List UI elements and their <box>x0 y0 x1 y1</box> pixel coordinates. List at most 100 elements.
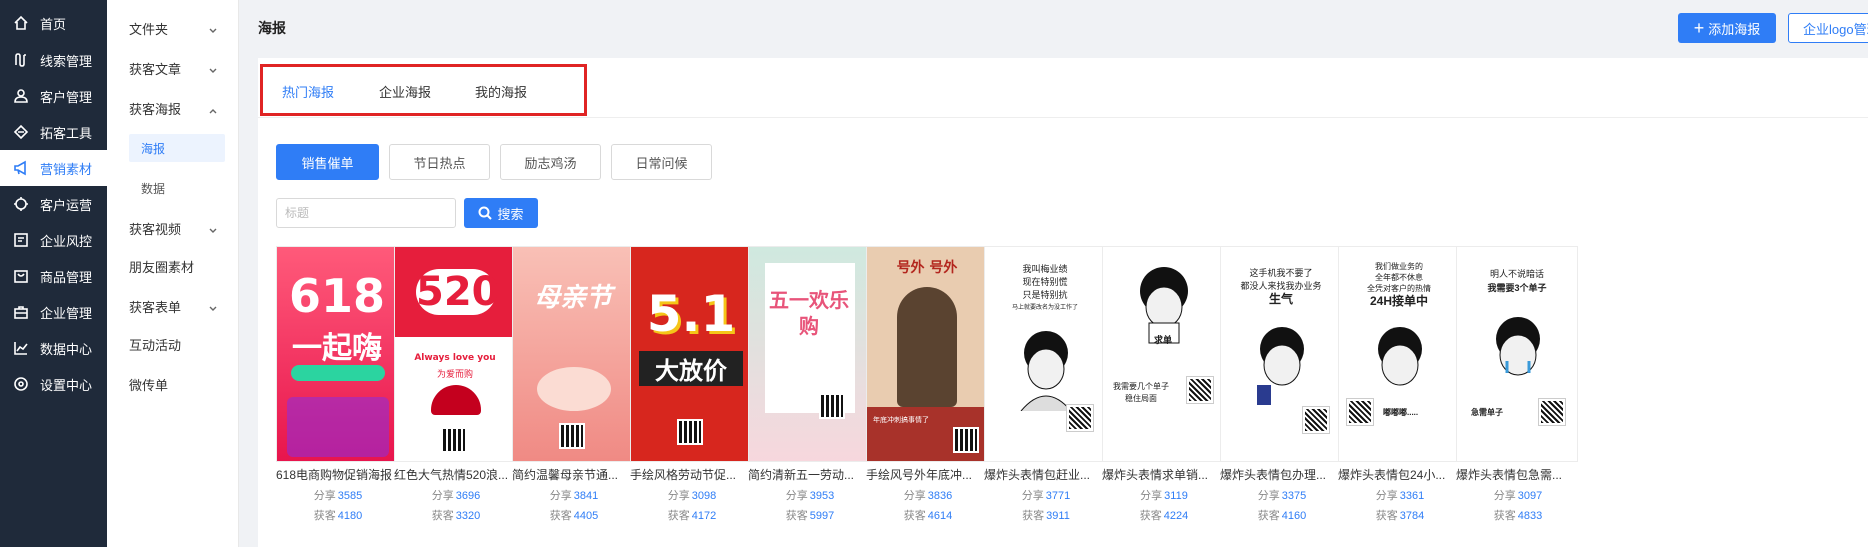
poster-card[interactable]: 五一欢乐购 简约清新五一劳动... 分享 3953 获客 5997 <box>748 246 872 523</box>
home-icon <box>12 14 30 32</box>
poster-card[interactable]: 520 Always love you 为爱而购 红色大气热情520浪... 分… <box>394 246 518 523</box>
tab-my-posters[interactable]: 我的海报 <box>475 82 527 101</box>
search-button[interactable]: 搜索 <box>464 198 538 228</box>
sidebar-item-tools[interactable]: 拓客工具 <box>0 114 107 150</box>
poster-title: 手绘风格劳动节促... <box>630 468 737 482</box>
megaphone-icon <box>12 159 30 177</box>
main-panel: 热门海报 企业海报 我的海报 销售催单 节日热点 励志鸡汤 日常问候 搜索 61… <box>258 58 1868 547</box>
sidebar-item-customers[interactable]: 客户管理 <box>0 78 107 114</box>
subnav-data[interactable]: 数据 <box>129 174 225 202</box>
subnav-form[interactable]: 获客表单 <box>107 288 239 324</box>
chevron-down-icon <box>209 63 217 73</box>
poster-title: 618电商购物促销海报 <box>276 468 393 482</box>
sidebar-item-marketing[interactable]: 营销素材 <box>0 150 107 186</box>
subnav-poster-group[interactable]: 获客海报 <box>107 90 239 126</box>
category-greetings[interactable]: 日常问候 <box>611 144 712 180</box>
poster-image[interactable]: 5.1 大放价 <box>630 246 752 462</box>
meme-face-illustration <box>1020 331 1072 411</box>
sidebar-item-products[interactable]: 商品管理 <box>0 258 107 294</box>
poster-figure <box>897 287 957 407</box>
tab-hot-posters[interactable]: 热门海报 <box>282 82 334 101</box>
poster-image[interactable]: 520 Always love you 为爱而购 <box>394 246 516 462</box>
qr-code <box>1186 376 1214 404</box>
poster-image[interactable]: 求单 我需要几个单子 稳住局面 <box>1102 246 1224 462</box>
add-poster-button[interactable]: + 添加海报 <box>1678 13 1776 43</box>
poster-share-count: 分享 3841 <box>549 490 599 502</box>
main-sidebar: 首页 线索管理 客户管理 拓客工具 营销素材 客户运营 企业风控 商品管理 企业… <box>0 0 107 547</box>
tool-icon <box>12 123 30 141</box>
sidebar-item-label: 数据中心 <box>40 341 93 357</box>
title-search-input[interactable] <box>276 198 456 228</box>
poster-card[interactable]: 5.1 大放价 手绘风格劳动节促... 分享 3098 获客 4172 <box>630 246 754 523</box>
sidebar-item-label: 设置中心 <box>40 377 93 393</box>
sidebar-item-label: 首页 <box>40 16 67 32</box>
clue-icon <box>12 51 30 69</box>
poster-card[interactable]: 明人不说暗话 我需要3个单子 急需单子 爆炸头表情包急需... 分享 3097 获客… <box>1456 246 1580 523</box>
poster-image[interactable]: 我们做业务的 全年都不休息 全凭对客户的热情 24H接单中 嘟嘟嘟..... <box>1338 246 1460 462</box>
tab-company-posters[interactable]: 企业海报 <box>379 82 431 101</box>
poster-image[interactable]: 明人不说暗话 我需要3个单子 急需单子 <box>1456 246 1578 462</box>
subnav-microflyer[interactable]: 微传单 <box>107 366 239 402</box>
subnav-poster[interactable]: 海报 <box>129 134 225 162</box>
poster-card[interactable]: 这手机我不要了 都没人来找我办业务 生气 爆炸头表情包办理... 分享 3375 获客… <box>1220 246 1344 523</box>
chevron-down-icon <box>209 301 217 311</box>
poster-gain-count: 获客 3911 <box>1022 510 1070 522</box>
category-inspiration[interactable]: 励志鸡汤 <box>500 144 601 180</box>
logo-manage-button[interactable]: 企业logo管理 <box>1788 13 1868 43</box>
subnav-interactive[interactable]: 互动活动 <box>107 326 239 362</box>
chevron-down-icon <box>209 223 217 233</box>
sidebar-item-settings[interactable]: 设置中心 <box>0 366 107 402</box>
meme-caption: 我需要几个单子 稳住局面 <box>1113 382 1169 403</box>
sidebar-item-label: 客户管理 <box>40 89 93 105</box>
poster-image[interactable]: 618 一起嗨 <box>276 246 398 462</box>
qr-code <box>1346 398 1374 426</box>
operation-icon <box>12 195 30 213</box>
sidebar-item-operation[interactable]: 客户运营 <box>0 186 107 222</box>
poster-share-count: 分享 3585 <box>313 490 363 502</box>
sidebar-item-clues[interactable]: 线索管理 <box>0 42 107 78</box>
poster-share-count: 分享 3119 <box>1140 490 1188 502</box>
poster-title: 手绘风号外年底冲... <box>866 468 973 482</box>
poster-card[interactable]: 618 一起嗨 618电商购物促销海报 分享 3585 获客 4180 <box>276 246 400 523</box>
poster-gain-count: 获客 3320 <box>431 510 481 522</box>
tabs-bar: 热门海报 企业海报 我的海报 <box>258 58 1868 118</box>
poster-image[interactable]: 母亲节 <box>512 246 634 462</box>
poster-gain-count: 获客 4180 <box>313 510 363 522</box>
chevron-down-icon <box>209 23 217 33</box>
poster-image[interactable]: 五一欢乐购 <box>748 246 870 462</box>
sidebar-item-company[interactable]: 企业管理 <box>0 294 107 330</box>
poster-gain-count: 获客 4224 <box>1139 510 1189 522</box>
sidebar-item-risk[interactable]: 企业风控 <box>0 222 107 258</box>
poster-card[interactable]: 我们做业务的 全年都不休息 全凭对客户的热情 24H接单中 嘟嘟嘟..... 爆炸头表… <box>1338 246 1462 523</box>
meme-caption: 我叫梅业绩 现在特别慌 只是特别抗 马上就要改名为没工作了 <box>1011 264 1078 311</box>
poster-share-count: 分享 3361 <box>1375 490 1425 502</box>
qr-code <box>1066 404 1094 432</box>
poster-image[interactable]: 号外 号外 年底冲刺搞事情了 <box>866 246 988 462</box>
meme-face-illustration <box>1496 317 1540 376</box>
subnav-article[interactable]: 获客文章 <box>107 50 239 86</box>
subnav-moments[interactable]: 朋友圈素材 <box>107 248 239 284</box>
subnav-video[interactable]: 获客视频 <box>107 210 239 246</box>
poster-share-count: 分享 3097 <box>1493 490 1543 502</box>
poster-decoration <box>291 365 385 381</box>
poster-share-count: 分享 3953 <box>785 490 835 502</box>
sidebar-item-label: 拓客工具 <box>40 125 93 141</box>
category-holiday[interactable]: 节日热点 <box>389 144 490 180</box>
qr-code <box>441 427 467 453</box>
page-title: 海报 <box>258 20 286 36</box>
subnav-folder[interactable]: 文件夹 <box>107 10 239 46</box>
sidebar-item-label: 商品管理 <box>40 269 93 285</box>
meme-caption: 我们做业务的 全年都不休息 全凭对客户的热情 24H接单中 <box>1367 262 1431 308</box>
poster-card[interactable]: 母亲节 简约温馨母亲节通... 分享 3841 获客 4405 <box>512 246 636 523</box>
poster-image[interactable]: 我叫梅业绩 现在特别慌 只是特别抗 马上就要改名为没工作了 <box>984 246 1106 462</box>
poster-image[interactable]: 这手机我不要了 都没人来找我办业务 生气 <box>1220 246 1342 462</box>
app-root: 首页 线索管理 客户管理 拓客工具 营销素材 客户运营 企业风控 商品管理 企业… <box>0 0 1868 547</box>
meme-caption: 明人不说暗话 我需要3个单子 <box>1487 269 1547 293</box>
poster-gift-box <box>287 397 389 457</box>
poster-card[interactable]: 号外 号外 年底冲刺搞事情了 手绘风号外年底冲... 分享 3836 获客 4614 <box>866 246 990 523</box>
poster-card[interactable]: 我叫梅业绩 现在特别慌 只是特别抗 马上就要改名为没工作了 爆炸头表情包赶业... 分… <box>984 246 1108 523</box>
sidebar-item-home[interactable]: 首页 <box>0 5 107 41</box>
sidebar-item-data[interactable]: 数据中心 <box>0 330 107 366</box>
poster-card[interactable]: 求单 我需要几个单子 稳住局面 爆炸头表情求单销... 分享 3119 获客 4224 <box>1102 246 1226 523</box>
category-sales[interactable]: 销售催单 <box>276 144 379 180</box>
